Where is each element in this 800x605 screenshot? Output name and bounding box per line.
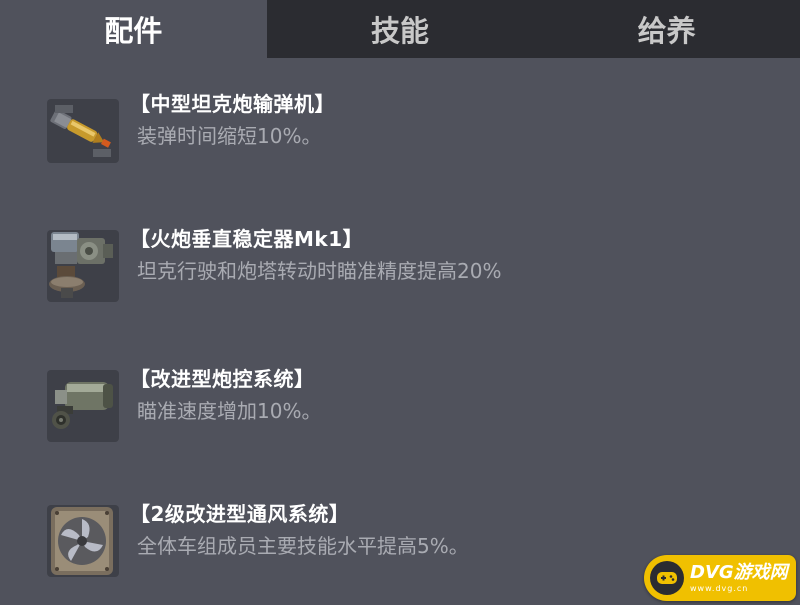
item-title: 【改进型炮控系统】 xyxy=(130,367,315,391)
ventilation-icon xyxy=(33,498,133,584)
equipment-list: 【中型坦克炮输弹机】 装弹时间缩短10%。 【火炮垂直稳定器Mk1】 坦克行驶和… xyxy=(0,58,800,605)
tab-consumables[interactable]: 给养 xyxy=(533,0,800,58)
item-title: 【2级改进型通风系统】 xyxy=(130,502,350,526)
item-title: 【火炮垂直稳定器Mk1】 xyxy=(130,227,364,251)
list-item[interactable]: 【火炮垂直稳定器Mk1】 坦克行驶和炮塔转动时瞄准精度提高20% xyxy=(33,223,773,323)
list-item[interactable]: 【改进型炮控系统】 瞄准速度增加10%。 xyxy=(33,363,773,463)
gun-stabilizer-icon xyxy=(33,223,133,309)
watermark-url: www.dvg.cn xyxy=(690,583,749,593)
gamepad-icon xyxy=(650,561,684,595)
list-item[interactable]: 【中型坦克炮输弹机】 装弹时间缩短10%。 xyxy=(33,88,773,188)
gun-laying-drive-icon xyxy=(33,363,133,449)
item-description: 装弹时间缩短10%。 xyxy=(137,124,322,148)
watermark-text: DVG游戏网 xyxy=(690,561,788,583)
autoloader-icon xyxy=(33,88,133,174)
tab-equipment[interactable]: 配件 xyxy=(0,0,267,58)
item-description: 全体车组成员主要技能水平提高5%。 xyxy=(137,534,469,558)
item-description: 坦克行驶和炮塔转动时瞄准精度提高20% xyxy=(137,259,502,283)
tab-bar: 配件 技能 给养 xyxy=(0,0,800,58)
watermark-badge: DVG游戏网 www.dvg.cn xyxy=(644,555,796,601)
tab-skills[interactable]: 技能 xyxy=(267,0,534,58)
item-title: 【中型坦克炮输弹机】 xyxy=(130,92,335,116)
item-description: 瞄准速度增加10%。 xyxy=(137,399,322,423)
